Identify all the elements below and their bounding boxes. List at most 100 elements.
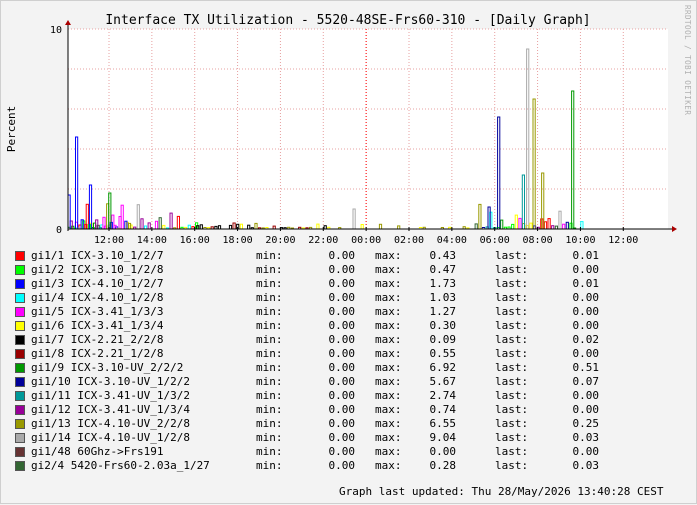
legend-series-name: gi2/4 5420-Frs60-2.03a_1/27 <box>31 459 210 472</box>
graph-frame: Interface TX Utilization - 5520-48SE-Frs… <box>0 0 697 504</box>
legend-series-name: gi1/9 ICX-3.10-UV_2/2/2 <box>31 361 184 374</box>
max-value: 0.00 <box>429 445 457 458</box>
last-label: last: <box>495 333 529 346</box>
min-label: min: <box>256 249 283 262</box>
last-label: last: <box>495 263 529 276</box>
last-label: last: <box>495 361 529 374</box>
legend-swatch <box>15 433 25 443</box>
legend-series-name: gi1/7 ICX-2.21_2/2/8 <box>31 333 164 346</box>
chart-title: Interface TX Utilization - 5520-48SE-Frs… <box>105 13 590 28</box>
legend-series-name: gi1/10 ICX-3.10-UV_1/2/2 <box>31 375 190 388</box>
max-value: 1.03 <box>429 291 457 304</box>
legend-swatch <box>15 377 25 387</box>
x-tick-label: 18:00 <box>223 235 253 246</box>
max-label: max: <box>375 305 402 318</box>
y-axis-label: Percent <box>5 106 18 152</box>
max-value: 2.74 <box>429 389 457 402</box>
legend-swatch <box>15 391 25 401</box>
last-label: last: <box>495 375 529 388</box>
last-value: 0.51 <box>572 361 600 374</box>
y-tick-labels: 0 10 <box>50 25 62 236</box>
min-label: min: <box>256 459 283 472</box>
max-label: max: <box>375 389 402 402</box>
min-label: min: <box>256 263 283 276</box>
min-value: 0.00 <box>328 333 356 346</box>
last-value: 0.01 <box>572 249 600 262</box>
max-label: max: <box>375 445 402 458</box>
min-label: min: <box>256 361 283 374</box>
max-value: 0.74 <box>429 403 457 416</box>
plot-area <box>68 29 668 229</box>
last-value: 0.07 <box>572 375 600 388</box>
last-label: last: <box>495 459 529 472</box>
min-label: min: <box>256 333 283 346</box>
max-value: 1.27 <box>429 305 457 318</box>
min-value: 0.00 <box>328 291 356 304</box>
min-label: min: <box>256 389 283 402</box>
max-value: 6.55 <box>429 417 457 430</box>
legend-series-name: gi1/5 ICX-3.41_1/3/3 <box>31 305 164 318</box>
max-label: max: <box>375 263 402 276</box>
x-tick-label: 10:00 <box>565 235 595 246</box>
x-tick-label: 04:00 <box>437 235 467 246</box>
min-value: 0.00 <box>328 263 356 276</box>
last-label: last: <box>495 277 529 290</box>
max-label: max: <box>375 431 402 444</box>
last-label: last: <box>495 347 529 360</box>
x-tick-label: 08:00 <box>523 235 553 246</box>
max-label: max: <box>375 361 402 374</box>
max-value: 9.04 <box>429 431 457 444</box>
x-tick-label: 14:00 <box>137 235 167 246</box>
last-label: last: <box>495 319 529 332</box>
min-value: 0.00 <box>328 389 356 402</box>
last-value: 0.00 <box>572 389 600 402</box>
min-value: 0.00 <box>328 403 356 416</box>
legend-series-name: gi1/2 ICX-3.10_1/2/8 <box>31 263 164 276</box>
legend-swatch <box>15 321 25 331</box>
x-tick-label: 12:00 <box>608 235 638 246</box>
legend-series-name: gi1/48 60Ghz->Frs191 <box>31 445 164 458</box>
min-label: min: <box>256 445 283 458</box>
legend-swatch <box>15 251 25 261</box>
max-value: 0.43 <box>429 249 457 262</box>
min-label: min: <box>256 277 283 290</box>
min-value: 0.00 <box>328 417 356 430</box>
last-value: 0.00 <box>572 291 600 304</box>
min-value: 0.00 <box>328 375 356 388</box>
last-label: last: <box>495 305 529 318</box>
legend-swatch <box>15 293 25 303</box>
x-tick-label: 02:00 <box>394 235 424 246</box>
min-value: 0.00 <box>328 277 356 290</box>
last-value: 0.00 <box>572 305 600 318</box>
legend-swatch <box>15 307 25 317</box>
last-label: last: <box>495 291 529 304</box>
last-value: 0.00 <box>572 445 600 458</box>
last-value: 0.02 <box>572 333 600 346</box>
y-tick-label: 10 <box>50 25 62 36</box>
max-label: max: <box>375 417 402 430</box>
min-label: min: <box>256 291 283 304</box>
x-tick-labels: 12:00 14:00 16:00 18:00 20:00 22:00 00:00 02:00… <box>94 235 638 246</box>
min-label: min: <box>256 305 283 318</box>
max-value: 0.09 <box>429 333 457 346</box>
max-value: 0.55 <box>429 347 457 360</box>
x-tick-label: 22:00 <box>308 235 338 246</box>
last-label: last: <box>495 403 529 416</box>
max-value: 0.30 <box>429 319 457 332</box>
legend-series-name: gi1/8 ICX-2.21_1/2/8 <box>31 347 164 360</box>
last-value: 0.03 <box>572 431 600 444</box>
last-value: 0.00 <box>572 347 600 360</box>
last-label: last: <box>495 389 529 402</box>
legend-series-name: gi1/3 ICX-4.10_1/2/7 <box>31 277 164 290</box>
grid <box>68 28 668 230</box>
legend-series-name: gi1/12 ICX-3.41-UV_1/3/4 <box>31 403 190 416</box>
max-label: max: <box>375 375 402 388</box>
min-value: 0.00 <box>328 249 356 262</box>
last-label: last: <box>495 417 529 430</box>
max-value: 6.92 <box>429 361 457 374</box>
max-value: 1.73 <box>429 277 457 290</box>
last-value: 0.00 <box>572 263 600 276</box>
legend-swatch <box>15 419 25 429</box>
last-value: 0.03 <box>572 459 600 472</box>
last-updated: Graph last updated: Thu 28/May/2026 13:4… <box>339 485 664 498</box>
